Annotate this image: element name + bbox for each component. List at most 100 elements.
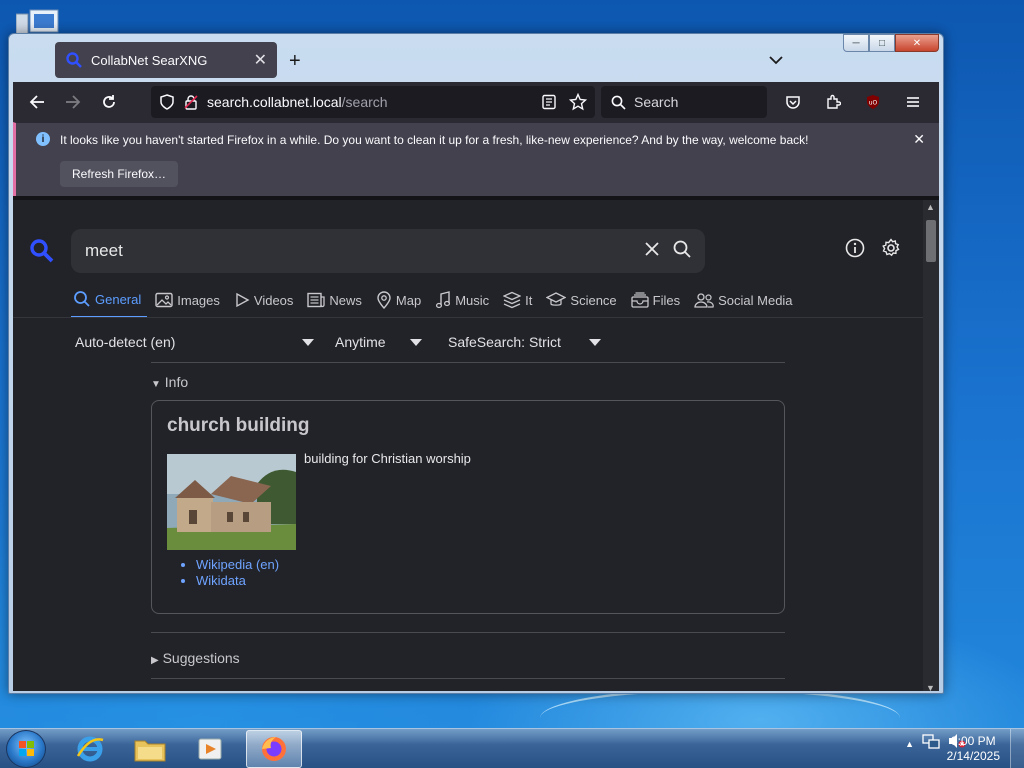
tab-strip: CollabNet SearXNG ✕ +	[13, 38, 939, 82]
search-bar[interactable]: Search	[601, 86, 767, 118]
scroll-down-icon[interactable]: ▼	[926, 683, 935, 691]
search-filters: Auto-detect (en) Anytime SafeSearch: Str…	[67, 334, 787, 362]
pocket-icon[interactable]	[775, 86, 811, 118]
divider	[151, 632, 785, 633]
clock-time: 3:00 PM	[950, 734, 996, 748]
newspaper-icon	[307, 292, 326, 308]
navigation-toolbar: search.collabnet.local/search Search uO	[13, 82, 939, 122]
reload-icon[interactable]	[91, 86, 127, 118]
scrollbar-thumb[interactable]	[926, 220, 936, 262]
notification-close-icon[interactable]: ✕	[913, 131, 925, 148]
category-divider	[13, 317, 923, 318]
time-range-select[interactable]: Anytime	[335, 334, 423, 350]
search-submit-icon[interactable]	[673, 240, 691, 263]
url-host: search.collabnet.local	[207, 94, 342, 110]
hamburger-menu-icon[interactable]	[895, 86, 931, 118]
church-image	[167, 454, 296, 550]
tab-close-icon[interactable]: ✕	[254, 50, 267, 70]
tab-videos[interactable]: Videos	[232, 290, 300, 318]
people-icon	[694, 293, 714, 308]
taskbar: ▲ 3:00 PM 2/14/2025	[0, 728, 1024, 768]
infobox-description: building for Christian worship	[304, 451, 471, 466]
tab-label: Files	[652, 292, 681, 308]
tab-it[interactable]: It	[501, 290, 538, 318]
ublock-origin-icon[interactable]: uO	[855, 86, 891, 118]
tab-map[interactable]: Map	[374, 290, 427, 318]
searxng-logo-icon[interactable]	[29, 238, 55, 269]
search-icon	[74, 291, 90, 307]
notification-message: It looks like you haven't started Firefo…	[60, 133, 809, 147]
page-content: meet General Images Videos News Map Musi…	[13, 196, 939, 691]
url-bar[interactable]: search.collabnet.local/search	[151, 86, 595, 118]
wikidata-link[interactable]: Wikidata	[196, 573, 279, 588]
vertical-scrollbar[interactable]: ▲ ▼	[923, 200, 939, 691]
start-button[interactable]	[6, 730, 46, 768]
tab-label: Science	[570, 292, 617, 308]
forward-arrow-icon[interactable]	[55, 86, 91, 118]
play-icon	[236, 292, 250, 308]
reader-view-icon[interactable]	[541, 94, 557, 110]
tab-files[interactable]: Files	[629, 290, 686, 318]
tab-news[interactable]: News	[305, 290, 368, 318]
tab-images[interactable]: Images	[153, 290, 226, 318]
search-input[interactable]: meet	[85, 241, 631, 261]
refresh-firefox-button[interactable]: Refresh Firefox…	[60, 161, 179, 187]
tab-science[interactable]: Science	[544, 290, 622, 318]
tab-label: Map	[395, 292, 422, 308]
info-section-toggle[interactable]: ▼ Info	[151, 374, 188, 390]
internet-explorer-icon[interactable]	[62, 730, 118, 768]
file-explorer-icon[interactable]	[122, 730, 178, 768]
category-tabs: General Images Videos News Map Music It …	[71, 290, 805, 318]
url-text: search.collabnet.local/search	[207, 94, 541, 110]
preferences-gear-icon[interactable]	[881, 238, 901, 263]
firefox-taskbar-icon[interactable]	[246, 730, 302, 768]
wikipedia-link[interactable]: Wikipedia (en)	[196, 557, 279, 572]
caret-down-icon	[410, 339, 422, 346]
tab-music[interactable]: Music	[433, 290, 495, 318]
suggestions-toggle[interactable]: ▶ Suggestions	[151, 650, 240, 666]
insecure-lock-icon[interactable]	[183, 94, 199, 110]
tab-searxng[interactable]: CollabNet SearXNG ✕	[55, 42, 277, 78]
tab-label: Images	[177, 292, 220, 308]
tracking-shield-icon[interactable]	[159, 94, 175, 110]
tab-label: It	[525, 292, 533, 308]
new-tab-button[interactable]: +	[289, 50, 301, 73]
media-player-icon[interactable]	[182, 730, 238, 768]
clock[interactable]: 3:00 PM 2/14/2025	[947, 734, 1000, 764]
search-bar-placeholder: Search	[634, 94, 679, 110]
firefox-window: ─ □ ✕ CollabNet SearXNG ✕ + search.colla…	[8, 33, 944, 694]
language-select[interactable]: Auto-detect (en)	[75, 334, 315, 350]
safesearch-value: SafeSearch: Strict	[448, 334, 561, 350]
tab-label: General	[95, 291, 142, 307]
refresh-firefox-notification: i It looks like you haven't started Fire…	[13, 122, 939, 196]
bookmark-star-icon[interactable]	[569, 93, 587, 111]
list-tabs-chevron-icon[interactable]	[769, 52, 783, 70]
tab-social-media[interactable]: Social Media	[692, 290, 798, 318]
page-top-icons	[845, 238, 901, 263]
about-info-icon[interactable]	[845, 238, 865, 263]
scroll-up-icon[interactable]: ▲	[926, 202, 935, 212]
back-arrow-icon[interactable]	[19, 86, 55, 118]
tab-label: Social Media	[718, 292, 793, 308]
tab-title: CollabNet SearXNG	[91, 52, 208, 68]
caret-down-icon	[589, 339, 601, 346]
map-pin-icon	[377, 291, 391, 309]
image-icon	[155, 292, 173, 308]
network-icon[interactable]	[922, 733, 940, 754]
time-range-value: Anytime	[335, 334, 386, 350]
url-path: /search	[341, 94, 388, 110]
safesearch-select[interactable]: SafeSearch: Strict	[448, 334, 602, 350]
extensions-puzzle-icon[interactable]	[815, 86, 851, 118]
triangle-right-icon: ▶	[151, 655, 159, 666]
show-desktop-button[interactable]	[1010, 729, 1024, 768]
triangle-down-icon: ▼	[151, 379, 161, 390]
computer-icon[interactable]	[15, 8, 62, 36]
layers-icon	[503, 291, 522, 309]
tab-general[interactable]: General	[71, 290, 148, 318]
show-hidden-icons-icon[interactable]: ▲	[905, 739, 914, 749]
search-box[interactable]: meet	[71, 229, 705, 273]
clock-date: 2/14/2025	[946, 749, 1000, 763]
clear-search-icon[interactable]	[645, 241, 659, 261]
toolbar-right: uO	[775, 86, 931, 118]
searxng-favicon-icon	[66, 52, 82, 68]
